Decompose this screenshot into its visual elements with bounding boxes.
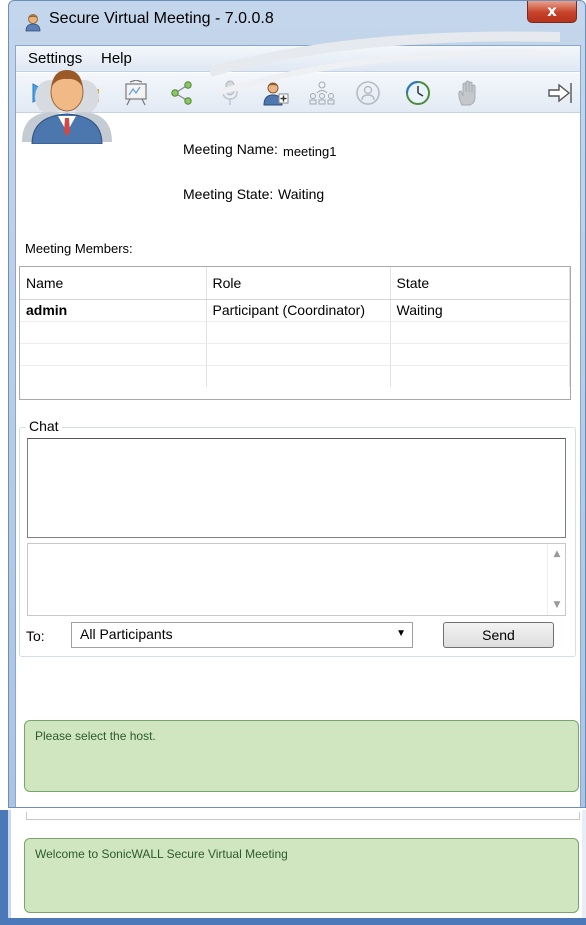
- chat-legend: Chat: [26, 418, 62, 434]
- scroll-down-icon[interactable]: ▼: [551, 599, 563, 611]
- table-row-empty: [20, 343, 570, 366]
- member-state-cell: Waiting: [390, 299, 570, 322]
- background-window-border: [8, 810, 11, 925]
- members-table: Name Role State admin Participant (Coord…: [19, 266, 571, 400]
- meeting-state-label: Meeting State:: [183, 186, 274, 202]
- column-header-role[interactable]: Role: [206, 267, 391, 300]
- app-icon: [25, 14, 41, 32]
- chat-message-input[interactable]: ▲ ▼: [27, 543, 566, 616]
- table-header-row: Name Role State: [20, 267, 570, 300]
- meeting-state-value: Waiting: [278, 186, 325, 202]
- member-name-cell: admin: [20, 299, 207, 322]
- whiteboard-icon[interactable]: [120, 78, 152, 108]
- meeting-avatar-icon: [22, 70, 112, 144]
- background-status-box: Welcome to SonicWALL Secure Virtual Meet…: [24, 838, 579, 913]
- scroll-up-icon[interactable]: ▲: [551, 548, 563, 560]
- member-role-cell: Participant (Coordinator): [206, 299, 391, 322]
- recipient-select[interactable]: All Participants ▼: [71, 622, 413, 648]
- background-window-frame: [0, 810, 8, 925]
- column-header-name[interactable]: Name: [20, 267, 207, 300]
- meeting-name-value: meeting1: [283, 144, 337, 159]
- status-message-box: Please select the host.: [24, 720, 579, 792]
- share-icon[interactable]: [166, 78, 198, 108]
- table-row-empty: [20, 321, 570, 344]
- meeting-name-label: Meeting Name:: [183, 141, 278, 157]
- decorative-swoosh: [208, 31, 560, 95]
- table-row[interactable]: admin Participant (Coordinator) Waiting: [20, 299, 570, 322]
- members-section-label: Meeting Members:: [25, 241, 133, 256]
- to-label: To:: [26, 628, 45, 644]
- background-panel-strip: [26, 812, 580, 820]
- table-row-empty: [20, 365, 570, 387]
- dropdown-arrow-icon[interactable]: ▼: [396, 628, 406, 639]
- column-header-state[interactable]: State: [390, 267, 570, 300]
- chat-history[interactable]: [27, 438, 566, 538]
- background-window-edge: [582, 810, 586, 925]
- recipient-value: All Participants: [80, 626, 173, 642]
- send-button[interactable]: Send: [443, 622, 554, 648]
- chat-input-scrollbar[interactable]: ▲ ▼: [547, 544, 565, 615]
- background-taskbar-edge: [0, 918, 586, 925]
